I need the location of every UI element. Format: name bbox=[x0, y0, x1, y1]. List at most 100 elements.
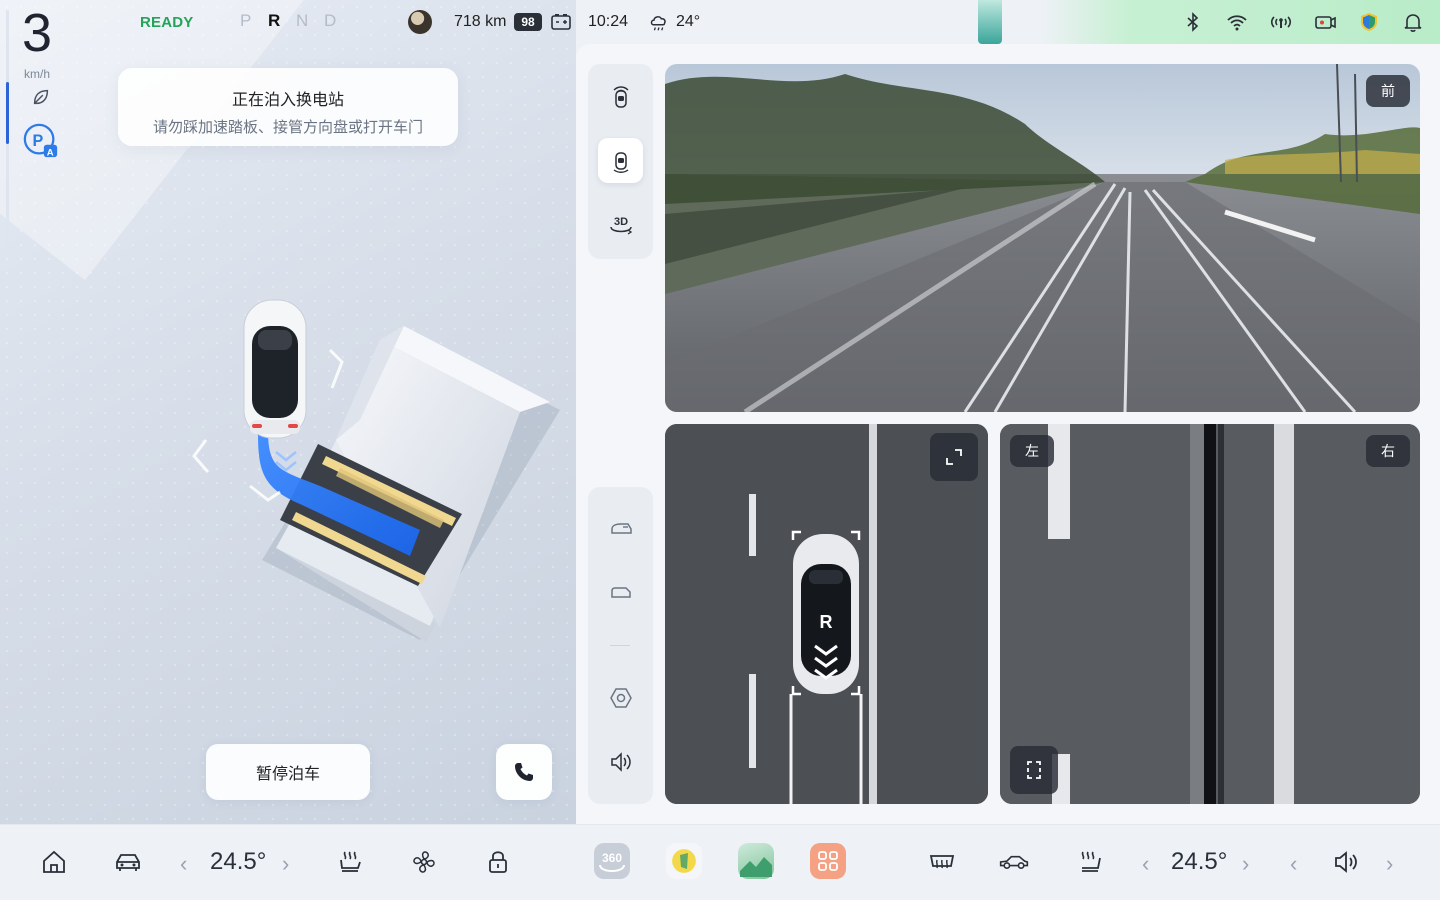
rear-defrost-button[interactable] bbox=[926, 846, 958, 878]
apps-grid-icon bbox=[818, 851, 838, 871]
vehicle-button[interactable] bbox=[112, 846, 144, 878]
right-camera-label: 右 bbox=[1366, 435, 1410, 467]
driver-temp-down-button[interactable]: ‹ bbox=[180, 851, 187, 877]
passenger-temp-up-button[interactable]: › bbox=[1242, 851, 1249, 877]
car-gear-label: R bbox=[819, 612, 833, 632]
fan-button[interactable] bbox=[408, 846, 440, 878]
eco-leaf-icon[interactable] bbox=[30, 86, 52, 108]
phone-icon bbox=[515, 763, 533, 781]
top-sensor-view-button[interactable] bbox=[598, 138, 643, 183]
gear-selector: PRND bbox=[240, 11, 352, 31]
car-side-icon bbox=[999, 855, 1029, 870]
front-camera-button[interactable] bbox=[598, 507, 643, 552]
birdseye-view[interactable]: R bbox=[665, 424, 988, 804]
lock-icon bbox=[489, 851, 507, 873]
driver-temperature: 24.5° bbox=[210, 848, 267, 875]
front-sensor-view-button[interactable] bbox=[598, 74, 643, 119]
radar-button[interactable] bbox=[598, 675, 643, 720]
bell-icon[interactable] bbox=[1402, 11, 1424, 33]
ego-car bbox=[243, 299, 307, 439]
frame-corners-icon bbox=[1027, 761, 1041, 779]
expand-icon bbox=[946, 449, 962, 465]
app-music[interactable] bbox=[666, 843, 702, 879]
vehicle-mode-button[interactable] bbox=[998, 846, 1030, 878]
notification-handle[interactable] bbox=[978, 0, 1002, 44]
status-bar: READY PRND 718 km 98 10:24 24° bbox=[0, 0, 1440, 53]
music-disc-icon bbox=[680, 853, 688, 869]
svg-text:P: P bbox=[32, 132, 43, 150]
lock-button[interactable] bbox=[482, 846, 514, 878]
gallery-icon bbox=[740, 857, 772, 877]
cloud-rain-icon bbox=[650, 16, 666, 31]
driver-temp-up-button[interactable]: › bbox=[282, 851, 289, 877]
seat-heat-passenger-button[interactable] bbox=[1074, 846, 1106, 878]
shield-icon[interactable] bbox=[1358, 11, 1380, 33]
front-camera-label: 前 bbox=[1366, 75, 1410, 107]
gear-p: P bbox=[240, 11, 252, 30]
volume-down-button[interactable]: ‹ bbox=[1290, 851, 1297, 877]
camera-tools-group bbox=[588, 487, 653, 804]
range-readout: 718 km bbox=[454, 13, 507, 30]
volume-up-button[interactable]: › bbox=[1386, 851, 1393, 877]
app-360-label: 360 bbox=[601, 851, 623, 865]
bluetooth-icon[interactable] bbox=[1182, 11, 1204, 33]
svg-text:3D: 3D bbox=[614, 216, 628, 228]
seat-heat-icon bbox=[340, 851, 361, 872]
volume-icon bbox=[610, 751, 631, 772]
volume-button[interactable] bbox=[1330, 846, 1362, 878]
sensor-front-icon bbox=[613, 85, 628, 108]
svg-text:A: A bbox=[47, 147, 54, 158]
pause-parking-button[interactable]: 暂停泊车 bbox=[206, 744, 370, 800]
sensor-top-icon bbox=[613, 151, 628, 173]
3d-view-button[interactable]: 3D bbox=[598, 202, 643, 247]
side-camera-view[interactable]: 左 右 bbox=[1000, 424, 1420, 804]
wifi-icon[interactable] bbox=[1226, 11, 1248, 33]
app-360-camera[interactable]: 360 bbox=[594, 843, 630, 879]
parking-status-toast: 正在泊入换电站 请勿踩加速踏板、接管方向盘或打开车门 bbox=[118, 68, 458, 146]
signal-icon[interactable] bbox=[1270, 11, 1292, 33]
split-view-button[interactable] bbox=[1010, 746, 1058, 794]
volume-icon bbox=[1335, 851, 1357, 873]
gear-r: R bbox=[268, 11, 281, 30]
car-side-view-icon bbox=[610, 586, 631, 598]
car-icon bbox=[116, 854, 140, 871]
app-launcher[interactable] bbox=[810, 843, 846, 879]
car-front-view-icon bbox=[610, 522, 632, 534]
toast-subtitle: 请勿踩加速踏板、接管方向盘或打开车门 bbox=[152, 119, 423, 136]
speed-unit: km/h bbox=[24, 67, 51, 81]
outside-temperature: 24° bbox=[676, 13, 701, 30]
phone-button[interactable] bbox=[496, 744, 552, 800]
defrost-icon bbox=[929, 855, 955, 869]
front-camera-view[interactable]: 前 bbox=[665, 64, 1420, 412]
expand-view-button[interactable] bbox=[930, 433, 978, 481]
dashcam-icon[interactable] bbox=[1314, 11, 1336, 33]
battery-icon bbox=[551, 14, 571, 30]
user-avatar[interactable] bbox=[408, 10, 432, 34]
rear-camera-button[interactable] bbox=[598, 571, 643, 616]
parking-scene: 3 km/h P A 正在泊入换电站 请勿踩加速踏板、接管方向盘或打开车门 暂停… bbox=[0, 0, 576, 824]
passenger-temperature: 24.5° bbox=[1171, 848, 1228, 875]
speed-bar bbox=[6, 10, 9, 258]
app-gallery[interactable] bbox=[738, 843, 774, 879]
seat-heat-driver-button[interactable] bbox=[334, 846, 366, 878]
seat-heat-icon bbox=[1081, 851, 1101, 872]
front-camera-feed bbox=[665, 64, 1420, 412]
gear-n: N bbox=[296, 11, 309, 30]
toast-title: 正在泊入换电站 bbox=[231, 92, 344, 109]
clock: 10:24 bbox=[588, 13, 629, 30]
left-camera-label: 左 bbox=[1010, 435, 1054, 467]
gear-d: D bbox=[324, 11, 337, 30]
view-3d-icon: 3D bbox=[609, 216, 632, 235]
home-icon bbox=[43, 850, 65, 873]
view-mode-group: 3D bbox=[588, 64, 653, 259]
radar-icon bbox=[609, 687, 632, 708]
sound-button[interactable] bbox=[598, 739, 643, 784]
passenger-temp-down-button[interactable]: ‹ bbox=[1142, 851, 1149, 877]
divider bbox=[610, 645, 630, 646]
ready-indicator: READY bbox=[140, 14, 194, 31]
parking-assist-icon[interactable]: P A bbox=[22, 122, 60, 160]
battery-percent: 98 bbox=[514, 13, 542, 31]
home-button[interactable] bbox=[38, 846, 70, 878]
side-camera-feed bbox=[1000, 424, 1420, 804]
fan-icon bbox=[413, 851, 435, 873]
